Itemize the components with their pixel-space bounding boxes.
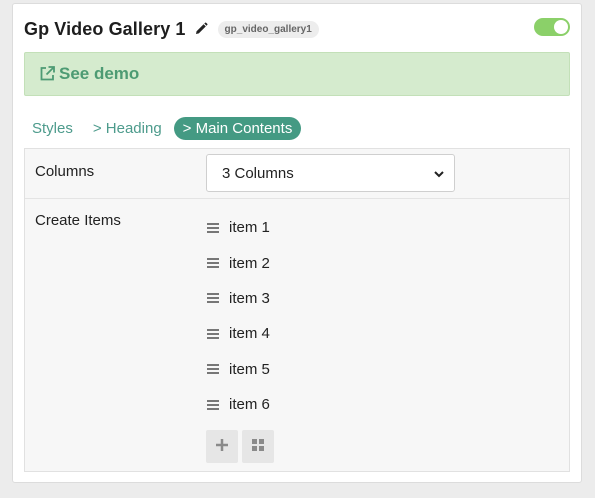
list-item[interactable]: item 6 (207, 387, 270, 422)
external-link-icon (38, 65, 56, 83)
widget-slug-badge: gp_video_gallery1 (217, 20, 319, 38)
item-label: item 4 (229, 325, 270, 343)
list-item[interactable]: item 2 (207, 245, 270, 280)
tab-heading[interactable]: > Heading (85, 117, 170, 140)
item-label: item 1 (229, 219, 270, 237)
widget-enable-toggle[interactable] (534, 18, 570, 36)
item-label: item 6 (229, 396, 270, 414)
add-item-button[interactable] (206, 430, 238, 463)
drag-handle-icon[interactable] (207, 293, 219, 304)
list-item[interactable]: item 5 (207, 352, 270, 387)
see-demo-link[interactable]: See demo (24, 52, 570, 96)
items-list: item 1 item 2 item 3 item 4 item 5 item … (207, 210, 270, 422)
grid-view-button[interactable] (242, 430, 274, 463)
item-label: item 3 (229, 289, 270, 307)
drag-handle-icon[interactable] (207, 258, 219, 269)
tab-main-contents[interactable]: > Main Contents (173, 116, 302, 140)
tab-styles[interactable]: Styles (24, 117, 81, 140)
pencil-icon[interactable] (194, 22, 208, 36)
list-item[interactable]: item 4 (207, 316, 270, 351)
section-tabs: Styles > Heading > Main Contents (24, 115, 305, 141)
item-label: item 2 (229, 254, 270, 272)
columns-label: Columns (35, 163, 95, 180)
drag-handle-icon[interactable] (207, 364, 219, 375)
columns-row: Columns 3 Columns (25, 149, 569, 199)
see-demo-label: See demo (59, 64, 140, 83)
item-actions (206, 430, 278, 463)
drag-handle-icon[interactable] (207, 328, 219, 339)
drag-handle-icon[interactable] (207, 399, 219, 410)
widget-title: Gp Video Gallery 1 (24, 18, 186, 39)
chevron-down-icon (433, 167, 445, 179)
drag-handle-icon[interactable] (207, 222, 219, 233)
toggle-knob (554, 20, 568, 34)
grid-icon (252, 438, 264, 456)
main-contents-section: Columns 3 Columns Create Items item 1 it… (24, 148, 570, 472)
list-item[interactable]: item 3 (207, 281, 270, 316)
item-label: item 5 (229, 360, 270, 378)
widget-panel: Gp Video Gallery 1 gp_video_gallery1 See… (12, 3, 582, 483)
columns-select-value: 3 Columns (222, 164, 294, 182)
columns-select[interactable]: 3 Columns (206, 154, 455, 192)
plus-icon (216, 438, 228, 456)
widget-header: Gp Video Gallery 1 gp_video_gallery1 (24, 16, 570, 42)
create-items-label: Create Items (35, 212, 121, 229)
list-item[interactable]: item 1 (207, 210, 270, 245)
